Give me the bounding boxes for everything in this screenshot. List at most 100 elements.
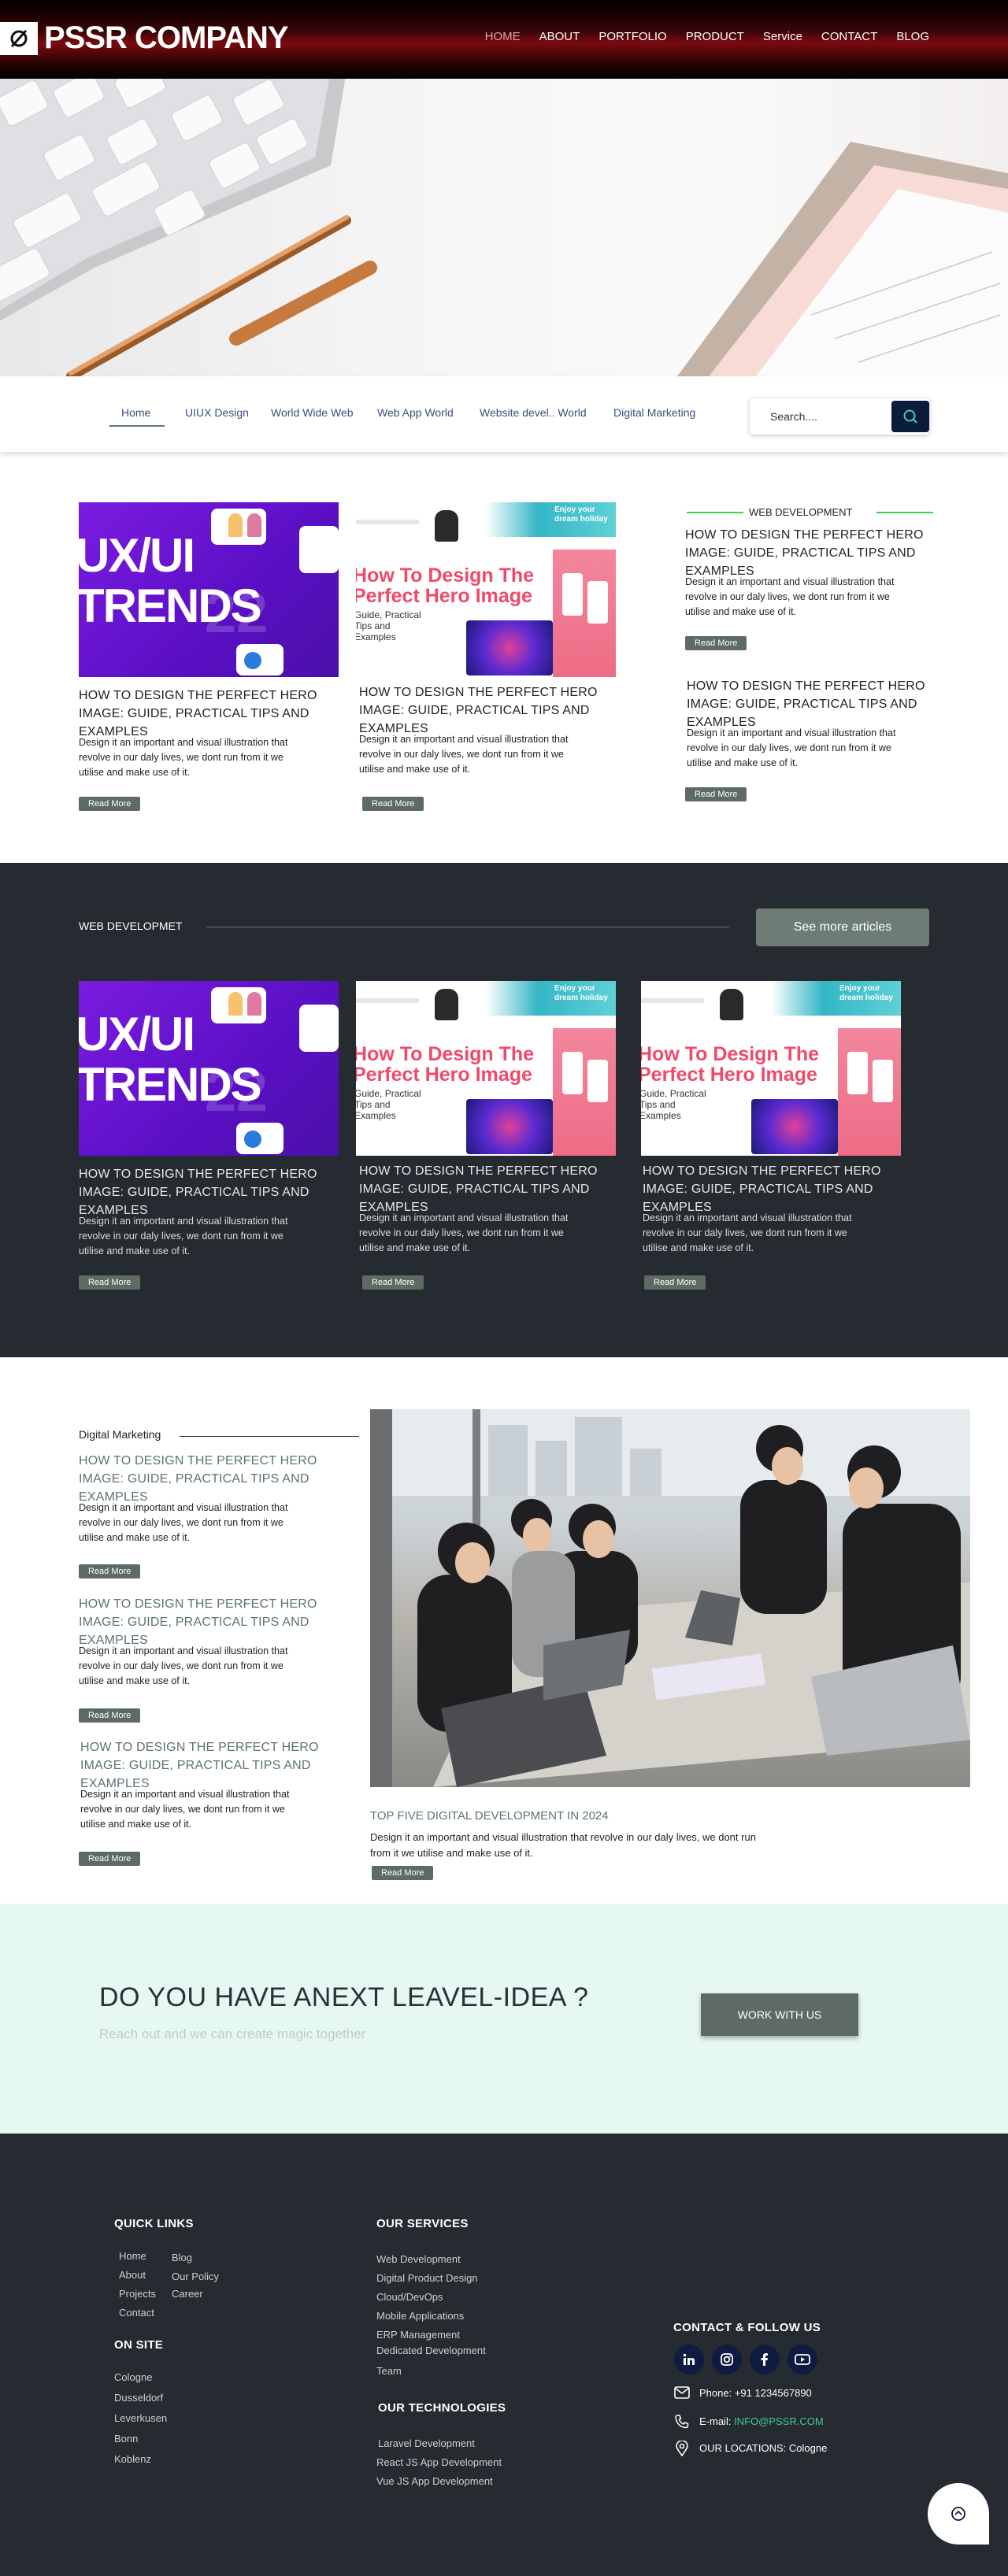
- card-description: Design it an important and visual illust…: [643, 1212, 852, 1253]
- category-website-development-world[interactable]: Website devel.. World: [480, 406, 587, 419]
- card-title[interactable]: HOW TO DESIGN THE PERFECT HERO IMAGE: GU…: [79, 687, 362, 741]
- read-more-button[interactable]: Read More: [79, 797, 141, 811]
- card-title[interactable]: HOW TO DESIGN THE PERFECT HERO IMAGE: GU…: [643, 1162, 926, 1216]
- cta-subtitle: Reach out and we can create magic togeth…: [99, 2026, 366, 2041]
- footer-link-contact[interactable]: Contact: [119, 2307, 154, 2319]
- logo-icon[interactable]: [0, 22, 38, 55]
- card-title[interactable]: HOW TO DESIGN THE PERFECT HERO IMAGE: GU…: [359, 683, 643, 738]
- facebook-icon[interactable]: [750, 2345, 780, 2374]
- hero-illustration: [0, 79, 1008, 376]
- nav-blog[interactable]: BLOG: [896, 30, 929, 43]
- linkedin-icon[interactable]: [674, 2345, 704, 2374]
- nav-about[interactable]: ABOUT: [539, 30, 580, 43]
- nav-product[interactable]: PRODUCT: [686, 30, 744, 43]
- service-link[interactable]: Digital Product Design: [376, 2272, 478, 2284]
- card-thumbnail-hero-image[interactable]: Enjoy your dream holiday How To Design T…: [356, 502, 616, 677]
- office-locations: OUR LOCATIONS: Cologne: [699, 2442, 828, 2454]
- location-link[interactable]: Dusseldorf: [114, 2392, 163, 2404]
- youtube-icon[interactable]: [788, 2345, 817, 2374]
- list-item-description: Design it an important and visual illust…: [79, 1645, 288, 1686]
- category-bar: Home UIUX Design World Wide Web Web App …: [0, 376, 1008, 452]
- read-more-button[interactable]: Read More: [79, 1852, 141, 1866]
- chat-icon: [951, 2507, 965, 2521]
- section-label: Digital Marketing: [79, 1428, 161, 1441]
- read-more-button[interactable]: Read More: [685, 636, 747, 650]
- category-uiux-design[interactable]: UIUX Design: [185, 406, 249, 419]
- service-link[interactable]: Team: [376, 2365, 402, 2377]
- read-more-button[interactable]: Read More: [644, 1275, 706, 1290]
- nav-portfolio[interactable]: PORTFOLIO: [598, 30, 666, 43]
- read-more-button[interactable]: Read More: [79, 1564, 141, 1579]
- category-home[interactable]: Home: [121, 406, 150, 419]
- footer-link-blog[interactable]: Blog: [172, 2252, 192, 2263]
- service-link[interactable]: Web Development: [376, 2253, 461, 2265]
- nav-contact[interactable]: CONTACT: [821, 30, 877, 43]
- see-more-articles-button[interactable]: See more articles: [756, 909, 929, 946]
- service-link[interactable]: Dedicated Development: [376, 2345, 486, 2356]
- work-with-us-button[interactable]: WORK WITH US: [701, 1993, 858, 2036]
- card-title[interactable]: HOW TO DESIGN THE PERFECT HERO IMAGE: GU…: [359, 1162, 643, 1216]
- chat-widget-button[interactable]: [928, 2483, 989, 2545]
- card-thumbnail-uxui-trends[interactable]: 22 UX/UI TRENDS: [79, 981, 339, 1156]
- read-more-button[interactable]: Read More: [372, 1866, 434, 1880]
- footer-link-about[interactable]: About: [119, 2269, 146, 2281]
- nav-service[interactable]: Service: [763, 30, 802, 43]
- card-title[interactable]: HOW TO DESIGN THE PERFECT HERO IMAGE: GU…: [79, 1165, 362, 1220]
- brand-name[interactable]: PSSR COMPANY: [44, 20, 289, 56]
- card-description: Design it an important and visual illust…: [359, 734, 569, 775]
- location-link[interactable]: Cologne: [114, 2371, 152, 2383]
- card-thumbnail-hero-image[interactable]: Enjoy your dream holiday How To Design T…: [356, 981, 616, 1156]
- location-link[interactable]: Koblenz: [114, 2453, 151, 2465]
- read-more-button[interactable]: Read More: [362, 797, 424, 811]
- thumb-headline: How To Design The Perfect Hero Image: [641, 1043, 820, 1086]
- read-more-button[interactable]: Read More: [79, 1708, 141, 1723]
- card-description: Design it an important and visual illust…: [359, 1212, 569, 1253]
- category-web-app-world[interactable]: Web App World: [377, 406, 454, 419]
- phone-number[interactable]: Phone: +91 1234567890: [699, 2387, 812, 2399]
- footer-link-projects[interactable]: Projects: [119, 2288, 156, 2300]
- footer-link-our-policy[interactable]: Our Policy: [172, 2271, 219, 2282]
- section-label: WEB DEVELOPMET: [79, 920, 183, 932]
- technology-link[interactable]: Laravel Development: [378, 2437, 475, 2449]
- list-item-title[interactable]: HOW TO DESIGN THE PERFECT HERO IMAGE: GU…: [79, 1595, 362, 1649]
- list-item-title[interactable]: HOW TO DESIGN THE PERFECT HERO IMAGE: GU…: [80, 1738, 364, 1793]
- service-link[interactable]: Mobile Applications: [376, 2310, 464, 2322]
- thumb-subtitle: Guide, Practical Tips and Examples: [641, 1088, 706, 1121]
- read-more-button[interactable]: Read More: [79, 1275, 141, 1290]
- technology-link[interactable]: React JS App Development: [376, 2456, 502, 2468]
- service-link[interactable]: Cloud/DevOps: [376, 2291, 443, 2303]
- service-link[interactable]: ERP Management: [376, 2329, 460, 2341]
- side-item-title[interactable]: HOW TO DESIGN THE PERFECT HERO IMAGE: GU…: [685, 526, 969, 580]
- read-more-button[interactable]: Read More: [685, 787, 747, 801]
- feature-article-description-line-2: from it we utilise and make use of it.: [370, 1847, 533, 1859]
- location-link[interactable]: Bonn: [114, 2433, 138, 2445]
- technologies-heading: OUR TECHNOLOGIES: [378, 2401, 506, 2415]
- thumb-headline: How To Design The Perfect Hero Image: [356, 564, 535, 607]
- nav-home[interactable]: HOME: [485, 30, 521, 43]
- search-input[interactable]: [770, 408, 880, 425]
- on-site-heading: ON SITE: [114, 2338, 164, 2352]
- thumb-subtitle: Guide, Practical Tips and Examples: [356, 1088, 421, 1121]
- footer-link-home[interactable]: Home: [119, 2250, 146, 2262]
- category-digital-marketing[interactable]: Digital Marketing: [613, 406, 695, 419]
- location-link[interactable]: Leverkusen: [114, 2412, 167, 2424]
- thumb-enjoy-text: Enjoy your dream holiday: [554, 505, 608, 524]
- list-item-title[interactable]: HOW TO DESIGN THE PERFECT HERO IMAGE: GU…: [79, 1452, 362, 1506]
- keyboard-illustration: [0, 79, 346, 321]
- search-button[interactable]: [891, 401, 929, 432]
- instagram-icon[interactable]: [712, 2345, 742, 2374]
- site-header: PSSR COMPANY HOME ABOUT PORTFOLIO PRODUC…: [0, 0, 1008, 79]
- list-item-description: Design it an important and visual illust…: [80, 1789, 290, 1830]
- technology-link[interactable]: Vue JS App Development: [376, 2475, 493, 2487]
- thumb-subtitle: Guide, Practical Tips and Examples: [356, 609, 421, 642]
- feature-article-title[interactable]: TOP FIVE DIGITAL DEVELOPMENT IN 2024: [370, 1809, 609, 1823]
- card-thumbnail-uxui-trends[interactable]: 22 UX/UI TRENDS: [79, 502, 339, 677]
- footer-link-career[interactable]: Career: [172, 2288, 203, 2300]
- email-link[interactable]: INFO@PSSR.COM: [734, 2415, 824, 2427]
- card-thumbnail-hero-image[interactable]: Enjoy your dream holiday How To Design T…: [641, 981, 901, 1156]
- site-footer: QUICK LINKS Home About Projects Contact …: [0, 2134, 1008, 2576]
- side-item-title[interactable]: HOW TO DESIGN THE PERFECT HERO IMAGE: GU…: [687, 677, 970, 731]
- read-more-button[interactable]: Read More: [362, 1275, 424, 1290]
- category-world-wide-web[interactable]: World Wide Web: [271, 406, 354, 419]
- contact-heading: CONTACT & FOLLOW US: [673, 2321, 821, 2334]
